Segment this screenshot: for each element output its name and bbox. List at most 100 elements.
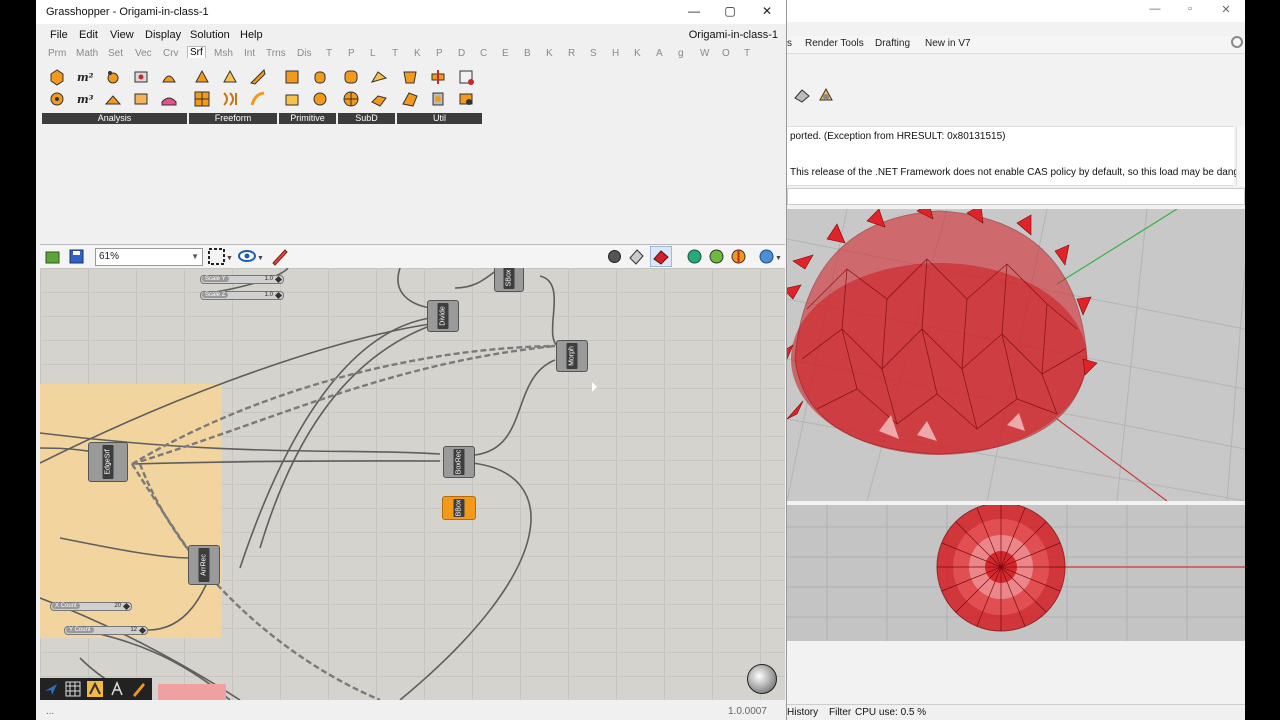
sphere-preview-icon[interactable]: ▼ (758, 248, 782, 265)
subd-mesh-icon[interactable] (370, 90, 388, 108)
preview-eye-icon[interactable]: ▼ (238, 248, 264, 265)
maximize-icon[interactable]: ▫ (1180, 3, 1200, 15)
surface-closest-icon[interactable] (160, 90, 178, 108)
volume-icon[interactable] (48, 90, 66, 108)
maximize-icon[interactable]: ▢ (719, 4, 741, 18)
loft-icon[interactable] (221, 68, 239, 86)
tab-plugin[interactable]: A (656, 48, 663, 59)
tab-plugin[interactable]: S (590, 48, 597, 59)
tab-plugin[interactable]: H (612, 48, 619, 59)
command-input[interactable] (787, 188, 1245, 205)
preview-wire-icon[interactable] (606, 248, 623, 265)
bake-pen-icon[interactable] (270, 247, 290, 266)
slider-knob[interactable] (138, 626, 147, 635)
sketch-icon[interactable]: ▼ (208, 248, 232, 265)
tab-prm[interactable]: Prm (48, 48, 66, 59)
command-scrollbar[interactable] (1236, 126, 1245, 186)
tab-plugin[interactable]: R (568, 48, 575, 59)
cylinder-icon[interactable] (311, 68, 329, 86)
area-moments-icon[interactable]: m² (76, 68, 94, 86)
history-toggle[interactable]: History (787, 707, 818, 718)
plane-icon[interactable] (43, 681, 59, 697)
display-color-icon[interactable] (730, 248, 747, 265)
box-icon[interactable] (283, 68, 301, 86)
grid-icon[interactable] (65, 681, 81, 697)
tab-msh[interactable]: Msh (214, 48, 233, 59)
divide-domain-icon[interactable] (401, 90, 419, 108)
component-arrrec[interactable]: ArrRec (188, 545, 220, 585)
tab-new-in-v7[interactable]: New in V7 (925, 38, 971, 49)
slider-y-count[interactable]: Y Count 12 (64, 626, 148, 635)
branch-icon[interactable] (109, 681, 125, 697)
tab-plugin[interactable]: B (524, 48, 531, 59)
menu-help[interactable]: Help (240, 29, 263, 41)
bake-icon[interactable] (131, 681, 147, 697)
plane-surface-icon[interactable] (283, 90, 301, 108)
navigation-ball[interactable] (747, 664, 777, 694)
slider-scale-y[interactable]: Scale Y 1.0 (200, 275, 284, 284)
edges-icon[interactable] (429, 90, 447, 108)
preview-selected-icon[interactable] (650, 246, 672, 267)
snap-icon[interactable] (87, 681, 103, 697)
tab-plugin[interactable]: E (502, 48, 509, 59)
box-corners-icon[interactable] (132, 68, 150, 86)
copy-trim-icon[interactable] (457, 68, 475, 86)
tab-plugin[interactable]: g (678, 48, 684, 59)
display-mesh-icon[interactable] (686, 248, 703, 265)
area-icon[interactable] (48, 68, 66, 86)
slider-knob[interactable] (274, 291, 283, 300)
slider-x-count[interactable]: X Count 20 (50, 602, 132, 611)
subd-fuse-icon[interactable] (370, 68, 388, 86)
rail-revolution-icon[interactable] (249, 90, 267, 108)
brep-closest-icon[interactable] (104, 68, 122, 86)
component-boxrec[interactable]: BoxRec (443, 446, 475, 478)
surface-points-icon[interactable] (132, 90, 150, 108)
subd-box-icon[interactable] (342, 68, 360, 86)
component-edgesrf[interactable]: EdgeSrf (88, 442, 128, 482)
menu-edit[interactable]: Edit (79, 29, 98, 41)
open-file-icon[interactable] (44, 248, 61, 265)
minimize-icon[interactable]: — (683, 4, 705, 18)
top-viewport[interactable] (787, 505, 1245, 641)
tab-plugin[interactable]: T (326, 48, 332, 59)
cap-holes-icon[interactable] (401, 68, 419, 86)
slider-knob[interactable] (274, 275, 283, 284)
slider-knob[interactable] (122, 602, 131, 611)
tab-plugin[interactable]: K (634, 48, 641, 59)
perspective-viewport[interactable] (787, 209, 1245, 501)
tab-plugin[interactable]: P (436, 48, 443, 59)
component-sbox[interactable]: SBox (494, 268, 524, 292)
display-material-icon[interactable] (708, 248, 725, 265)
tab-dis[interactable]: Dis (297, 48, 311, 59)
extrude-icon[interactable] (193, 68, 211, 86)
close-icon[interactable]: ✕ (756, 4, 778, 18)
offset-surface-icon[interactable] (457, 90, 475, 108)
menu-display[interactable]: Display (145, 29, 181, 41)
component-divide[interactable]: Divide (427, 300, 459, 332)
tab-plugin[interactable]: T (392, 48, 398, 59)
subd-sphere-icon[interactable] (342, 90, 360, 108)
ruled-surface-icon[interactable] (221, 90, 239, 108)
tab-plugin[interactable]: T (744, 48, 750, 59)
minimize-icon[interactable]: — (1145, 3, 1165, 15)
tab-plugin[interactable]: L (370, 48, 376, 59)
save-file-icon[interactable] (68, 248, 85, 265)
gear-icon[interactable] (1231, 36, 1243, 48)
tab-plugin[interactable]: D (458, 48, 465, 59)
render-tool-icon[interactable] (817, 86, 835, 104)
zoom-select[interactable]: 61% ▼ (95, 248, 203, 266)
tab-trns[interactable]: Trns (266, 48, 286, 59)
component-morph[interactable]: Morph (556, 340, 588, 372)
tab-render-tools[interactable]: Render Tools (805, 38, 864, 49)
preview-shaded-icon[interactable] (628, 248, 645, 265)
menu-solution[interactable]: Solution (190, 29, 230, 41)
brep-join-icon[interactable] (429, 68, 447, 86)
dimensions-icon[interactable] (160, 68, 178, 86)
tab-partial[interactable]: s (787, 38, 792, 49)
tab-plugin[interactable]: O (722, 48, 730, 59)
sweep-icon[interactable] (249, 68, 267, 86)
evaluate-surface-icon[interactable] (104, 90, 122, 108)
shade-tool-icon[interactable] (793, 86, 811, 104)
tab-drafting[interactable]: Drafting (875, 38, 910, 49)
tab-srf[interactable]: Srf (187, 46, 206, 58)
